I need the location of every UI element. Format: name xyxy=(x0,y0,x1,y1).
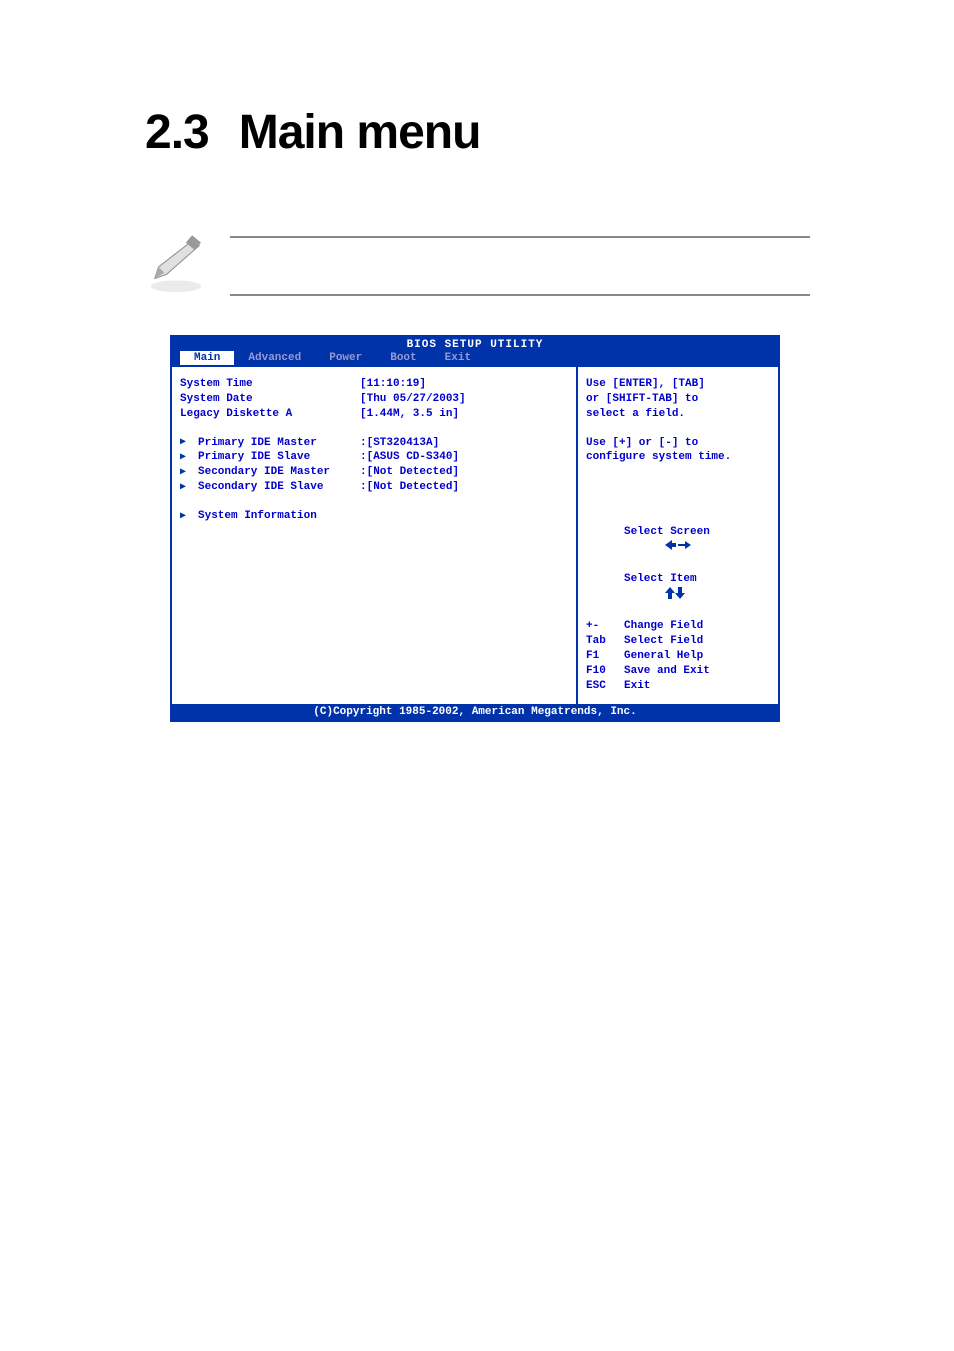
keymap-key-label: Tab xyxy=(586,634,624,649)
field-legacy-diskette-a[interactable]: Legacy Diskette A [1.44M, 3.5 in] xyxy=(180,407,568,422)
triangle-right-icon: ▶ xyxy=(180,436,198,450)
keymap-action: Save and Exit xyxy=(624,664,710,679)
field-value: [1.44M, 3.5 in] xyxy=(360,407,568,422)
note-divider xyxy=(230,236,810,296)
keymap-key-label: +- xyxy=(586,619,624,634)
section-header: 2.3 Main menu xyxy=(145,105,480,160)
bios-keymap: Select Screen Select Item +- Change Fiel… xyxy=(586,525,770,693)
tab-exit[interactable]: Exit xyxy=(431,351,485,365)
triangle-right-icon: ▶ xyxy=(180,451,198,465)
keymap-key-label: F10 xyxy=(586,664,624,679)
arrows-left-right-icon xyxy=(586,525,624,572)
tab-advanced[interactable]: Advanced xyxy=(234,351,315,365)
field-system-date[interactable]: System Date [Thu 05/27/2003] xyxy=(180,392,568,407)
bios-setup-window: BIOS SETUP UTILITY Main Advanced Power B… xyxy=(170,335,780,722)
submenu-label: Primary IDE Master xyxy=(198,436,360,451)
keymap-key-label: ESC xyxy=(586,679,624,694)
help-text-line: select a field. xyxy=(586,407,770,422)
keymap-action: Select Screen xyxy=(624,525,710,572)
keymap-key-label: F1 xyxy=(586,649,624,664)
field-value: [11:10:19] xyxy=(360,377,568,392)
help-text-line: or [SHIFT-TAB] to xyxy=(586,392,770,407)
submenu-secondary-ide-slave[interactable]: ▶ Secondary IDE Slave :[Not Detected] xyxy=(180,480,568,495)
help-text-line: Use [ENTER], [TAB] xyxy=(586,377,770,392)
submenu-primary-ide-slave[interactable]: ▶ Primary IDE Slave :[ASUS CD-S340] xyxy=(180,450,568,465)
keymap-action: Change Field xyxy=(624,619,703,634)
field-label: System Time xyxy=(180,377,360,392)
keymap-row: Tab Select Field xyxy=(586,634,770,649)
bios-body: System Time [11:10:19] System Date [Thu … xyxy=(172,367,778,704)
bios-copyright-footer: (C)Copyright 1985-2002, American Megatre… xyxy=(172,704,778,720)
keymap-row: Select Item xyxy=(586,572,770,620)
field-label: System Date xyxy=(180,392,360,407)
tab-power[interactable]: Power xyxy=(315,351,376,365)
triangle-right-icon: ▶ xyxy=(180,510,198,524)
help-text-line: configure system time. xyxy=(586,450,770,465)
keymap-row: ESC Exit xyxy=(586,679,770,694)
tab-main[interactable]: Main xyxy=(180,351,234,365)
bios-tab-bar: Main Advanced Power Boot Exit xyxy=(172,351,778,367)
arrows-up-down-icon xyxy=(586,572,624,620)
submenu-primary-ide-master[interactable]: ▶ Primary IDE Master :[ST320413A] xyxy=(180,436,568,451)
bios-main-panel: System Time [11:10:19] System Date [Thu … xyxy=(172,367,578,704)
keymap-action: Exit xyxy=(624,679,650,694)
submenu-system-information[interactable]: ▶ System Information xyxy=(180,509,568,524)
submenu-label: Secondary IDE Master xyxy=(198,465,360,480)
submenu-value: :[Not Detected] xyxy=(360,465,568,480)
submenu-value: :[ST320413A] xyxy=(360,436,568,451)
tab-boot[interactable]: Boot xyxy=(376,351,430,365)
field-system-time[interactable]: System Time [11:10:19] xyxy=(180,377,568,392)
section-number: 2.3 xyxy=(145,106,209,159)
help-text-line: Use [+] or [-] to xyxy=(586,436,770,451)
submenu-value: :[Not Detected] xyxy=(360,480,568,495)
keymap-action: General Help xyxy=(624,649,703,664)
field-value: [Thu 05/27/2003] xyxy=(360,392,568,407)
bios-title: BIOS SETUP UTILITY xyxy=(172,337,778,351)
submenu-value: :[ASUS CD-S340] xyxy=(360,450,568,465)
keymap-action: Select Field xyxy=(624,634,703,649)
bios-help-panel: Use [ENTER], [TAB] or [SHIFT-TAB] to sel… xyxy=(578,367,778,704)
field-label: Legacy Diskette A xyxy=(180,407,360,422)
triangle-right-icon: ▶ xyxy=(180,481,198,495)
section-title-text: Main menu xyxy=(239,106,481,159)
submenu-label: System Information xyxy=(198,509,378,524)
keymap-row: F1 General Help xyxy=(586,649,770,664)
keymap-row: F10 Save and Exit xyxy=(586,664,770,679)
submenu-label: Secondary IDE Slave xyxy=(198,480,360,495)
submenu-label: Primary IDE Slave xyxy=(198,450,360,465)
keymap-action: Select Item xyxy=(624,572,697,620)
submenu-secondary-ide-master[interactable]: ▶ Secondary IDE Master :[Not Detected] xyxy=(180,465,568,480)
keymap-row: +- Change Field xyxy=(586,619,770,634)
keymap-row: Select Screen xyxy=(586,525,770,572)
pencil-note-icon xyxy=(145,232,207,294)
triangle-right-icon: ▶ xyxy=(180,466,198,480)
